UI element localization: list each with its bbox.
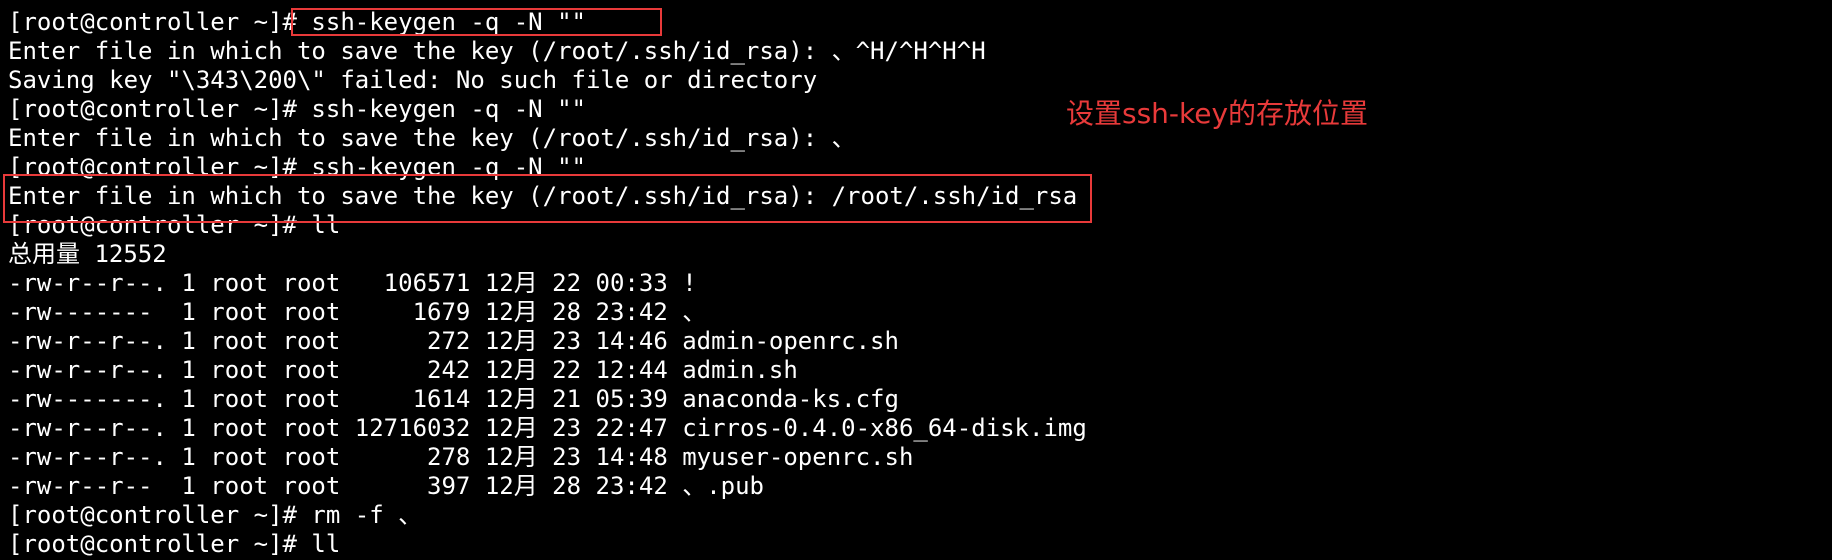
highlight-box-key-path [3, 174, 1092, 223]
terminal-line: -rw-------. 1 root root 1614 12月 21 05:3… [8, 385, 899, 413]
terminal-line: -rw-r--r--. 1 root root 106571 12月 22 00… [8, 269, 697, 297]
terminal-line: [root@controller ~]# rm -f 、 [8, 501, 423, 529]
terminal-output: [root@controller ~]# ssh-keygen -q -N ""… [8, 8, 1087, 559]
highlight-box-command [291, 8, 662, 36]
terminal-line: -rw------- 1 root root 1679 12月 28 23:42… [8, 298, 707, 326]
terminal-line: -rw-r--r--. 1 root root 12716032 12月 23 … [8, 414, 1087, 442]
terminal-line: [root@controller ~]# ll [8, 530, 341, 558]
terminal-line: 总用量 12552 [8, 240, 167, 268]
terminal-line: -rw-r--r--. 1 root root 242 12月 22 12:44… [8, 356, 798, 384]
terminal-line: -rw-r--r--. 1 root root 272 12月 23 14:46… [8, 327, 899, 355]
terminal-line: -rw-r--r--. 1 root root 278 12月 23 14:48… [8, 443, 914, 471]
terminal-window[interactable]: [root@controller ~]# ssh-keygen -q -N ""… [0, 0, 1832, 560]
terminal-line: Enter file in which to save the key (/ro… [8, 124, 856, 152]
terminal-line: -rw-r--r-- 1 root root 397 12月 28 23:42 … [8, 472, 765, 500]
annotation-label: 设置ssh-key的存放位置 [1066, 97, 1369, 130]
terminal-line: Enter file in which to save the key (/ro… [8, 37, 986, 65]
terminal-line: Saving key "\343\200\" failed: No such f… [8, 66, 818, 94]
terminal-line: [root@controller ~]# ssh-keygen -q -N "" [8, 95, 586, 123]
